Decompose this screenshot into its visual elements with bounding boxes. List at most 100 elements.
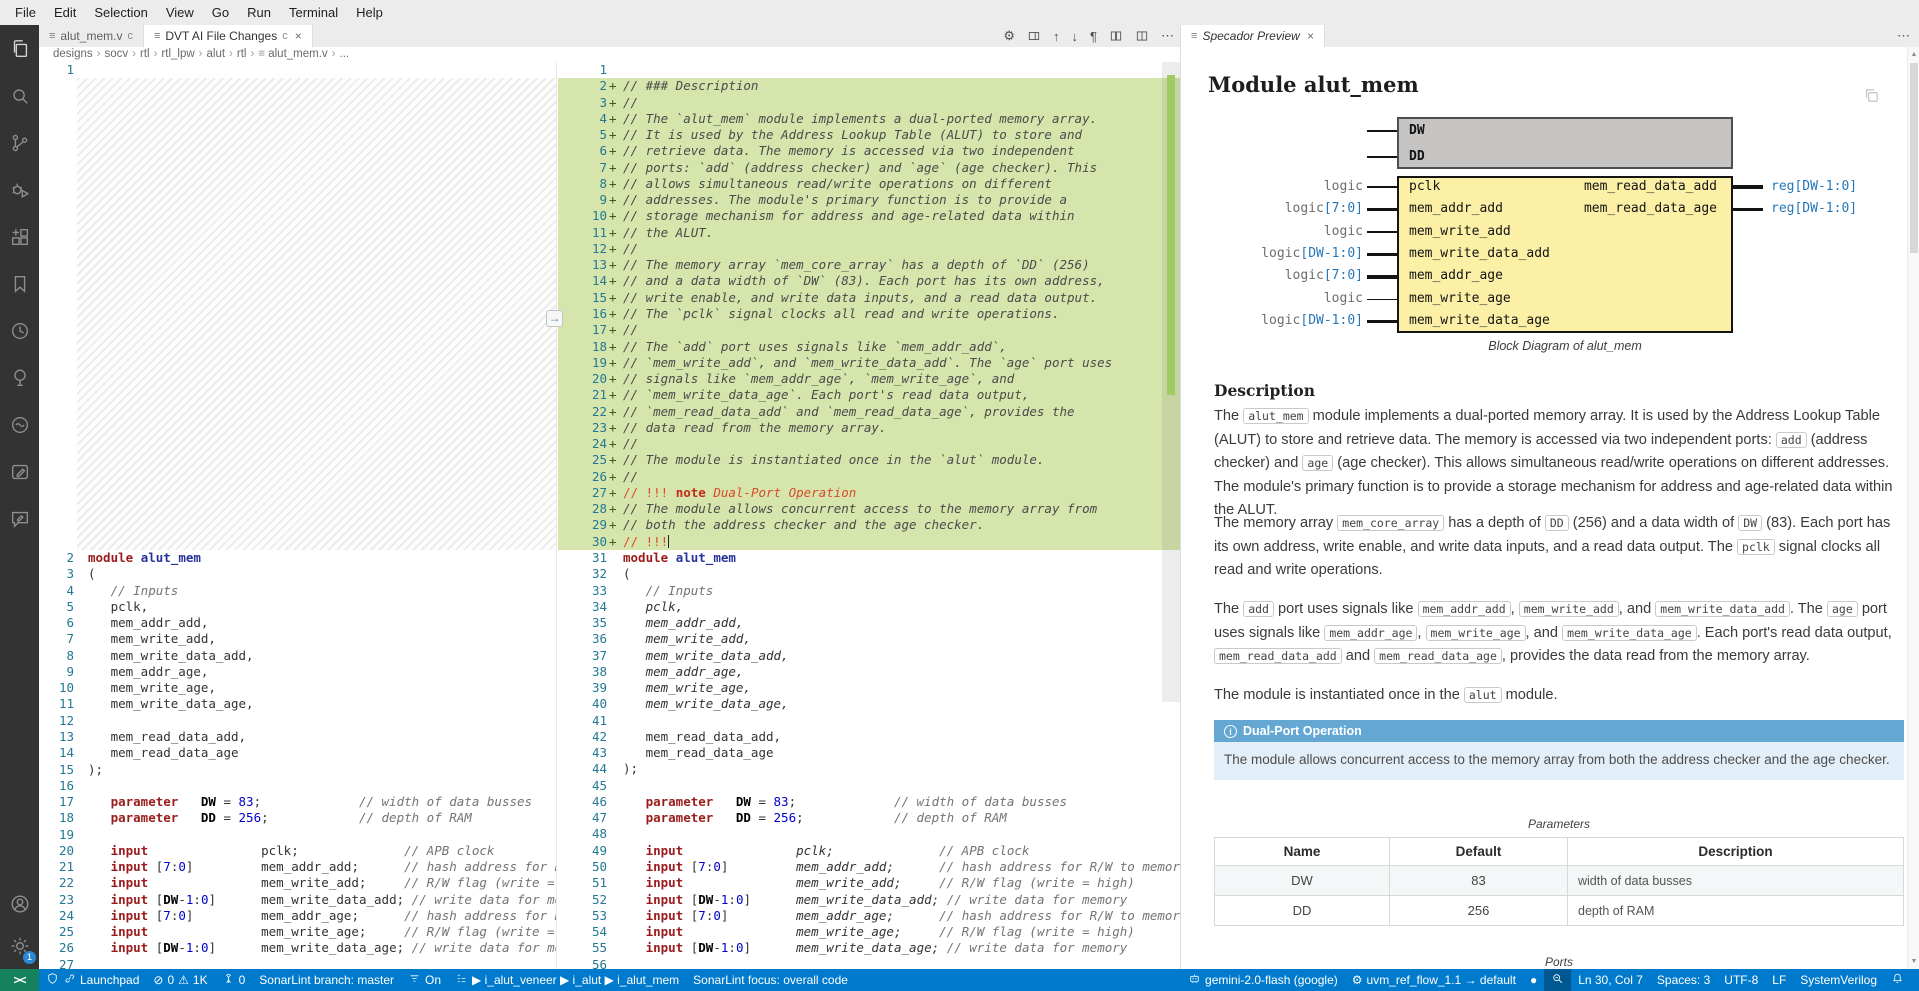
breadcrumb-item[interactable]: rtl_lpw bbox=[161, 48, 194, 60]
code-line[interactable]: 55 input [DW-1:0] mem_write_data_age; //… bbox=[558, 940, 1180, 956]
code-line[interactable]: 11 mem_write_data_age, bbox=[39, 696, 556, 712]
more-actions-icon[interactable]: ⋯ bbox=[1897, 25, 1910, 47]
code-line[interactable]: 30+// !!! bbox=[558, 534, 1180, 550]
problems-item[interactable]: ⊘0⚠1K bbox=[146, 969, 214, 991]
scrollbar-slider[interactable] bbox=[1910, 63, 1918, 253]
account-icon[interactable] bbox=[0, 883, 39, 925]
code-line[interactable]: 5+// It is used by the Address Lookup Ta… bbox=[558, 127, 1180, 143]
language-item[interactable]: SystemVerilog bbox=[1793, 969, 1884, 991]
code-line[interactable]: 25+// The module is instantiated once in… bbox=[558, 452, 1180, 468]
code-line[interactable]: 21+// `mem_write_data_age`. Each port's … bbox=[558, 387, 1180, 403]
split-editor-icon[interactable] bbox=[1135, 29, 1149, 43]
code-line[interactable]: 24 input [7:0] mem_addr_age; // hash add… bbox=[39, 908, 556, 924]
code-line[interactable]: 6+// retrieve data. The memory is access… bbox=[558, 143, 1180, 159]
code-line[interactable]: 9+// addresses. The module's primary fun… bbox=[558, 192, 1180, 208]
encoding-item[interactable]: UTF-8 bbox=[1717, 969, 1765, 991]
code-line[interactable]: 2module alut_mem bbox=[39, 550, 556, 566]
tab-dvt-ai-file-changes[interactable]: ≡DVT AI File Changesc× bbox=[144, 25, 313, 47]
code-line[interactable]: 31module alut_mem bbox=[558, 550, 1180, 566]
ports-forwarded-item[interactable]: 0 bbox=[215, 969, 253, 991]
close-icon[interactable]: × bbox=[295, 29, 302, 43]
settings-gear-icon[interactable]: ⚙ bbox=[1003, 28, 1015, 44]
code-line[interactable]: 10+// storage mechanism for address and … bbox=[558, 208, 1180, 224]
menu-item-view[interactable]: View bbox=[157, 0, 203, 25]
timer-icon[interactable] bbox=[0, 307, 39, 354]
code-line[interactable]: 12 bbox=[39, 713, 556, 729]
code-line[interactable]: 22+// `mem_read_data_add` and `mem_read_… bbox=[558, 404, 1180, 420]
code-line[interactable]: 34 pclk, bbox=[558, 599, 1180, 615]
breadcrumb-item[interactable]: rtl bbox=[140, 48, 150, 60]
code-line[interactable]: 43 mem_read_data_age bbox=[558, 745, 1180, 761]
diff-original-pane[interactable]: 12module alut_mem3(4 // Inputs5 pclk,6 m… bbox=[39, 62, 557, 969]
code-line[interactable]: 53 input [7:0] mem_addr_age; // hash add… bbox=[558, 908, 1180, 924]
eol-item[interactable]: LF bbox=[1765, 969, 1793, 991]
code-line[interactable]: 38 mem_addr_age, bbox=[558, 664, 1180, 680]
code-line[interactable]: 51 input mem_write_add; // R/W flag (wri… bbox=[558, 875, 1180, 891]
code-line[interactable]: 56 bbox=[558, 957, 1180, 969]
run-debug-icon[interactable] bbox=[0, 166, 39, 213]
code-line[interactable]: 26+// bbox=[558, 469, 1180, 485]
next-change-icon[interactable]: ↓ bbox=[1072, 29, 1079, 44]
breadcrumb-item[interactable]: alut_mem.v bbox=[268, 48, 327, 60]
sonarlint-branch-item[interactable]: SonarLint branch: master bbox=[252, 969, 401, 991]
menu-item-edit[interactable]: Edit bbox=[45, 0, 85, 25]
code-line[interactable]: 22 input mem_write_add; // R/W flag (wri… bbox=[39, 875, 556, 891]
code-line[interactable]: 13+// The memory array `mem_core_array` … bbox=[558, 257, 1180, 273]
code-line[interactable]: 5 pclk, bbox=[39, 599, 556, 615]
menu-item-go[interactable]: Go bbox=[203, 0, 238, 25]
indentation-item[interactable]: Spaces: 3 bbox=[1650, 969, 1717, 991]
wave-icon[interactable] bbox=[0, 401, 39, 448]
open-changes-icon[interactable] bbox=[1027, 29, 1041, 43]
code-line[interactable]: 8+// allows simultaneous read/write oper… bbox=[558, 176, 1180, 192]
comment-edit-icon[interactable] bbox=[0, 495, 39, 542]
close-icon[interactable]: × bbox=[1307, 29, 1314, 43]
sonarlint-focus-item[interactable]: SonarLint focus: overall code bbox=[686, 969, 855, 991]
code-line[interactable]: 46 parameter DW = 83; // width of data b… bbox=[558, 794, 1180, 810]
code-line[interactable]: 32( bbox=[558, 566, 1180, 582]
code-line[interactable]: 1 bbox=[558, 62, 1180, 78]
overview-ruler[interactable] bbox=[1162, 62, 1180, 969]
explorer-icon[interactable] bbox=[0, 25, 39, 72]
menu-item-terminal[interactable]: Terminal bbox=[280, 0, 347, 25]
code-line[interactable]: 27 bbox=[39, 957, 556, 969]
zoom-out-item[interactable] bbox=[1544, 969, 1571, 991]
code-line[interactable]: 11+// the ALUT. bbox=[558, 225, 1180, 241]
code-line[interactable]: 50 input [7:0] mem_addr_add; // hash add… bbox=[558, 859, 1180, 875]
preview-scrollbar[interactable]: ▲ ▼ bbox=[1907, 47, 1919, 969]
code-line[interactable]: 7+// ports: `add` (address checker) and … bbox=[558, 160, 1180, 176]
code-line[interactable]: 21 input [7:0] mem_addr_add; // hash add… bbox=[39, 859, 556, 875]
breadcrumb-item[interactable]: socv bbox=[104, 48, 128, 60]
code-line[interactable]: 40 mem_write_data_age, bbox=[558, 696, 1180, 712]
code-line[interactable]: 16+// The `pclk` signal clocks all read … bbox=[558, 306, 1180, 322]
code-line[interactable]: 20+// signals like `mem_addr_age`, `mem_… bbox=[558, 371, 1180, 387]
code-line[interactable]: 47 parameter DD = 256; // depth of RAM bbox=[558, 810, 1180, 826]
code-line[interactable]: 28+// The module allows concurrent acces… bbox=[558, 501, 1180, 517]
diff-revert-arrow[interactable]: → bbox=[546, 310, 563, 327]
diff-modified-pane[interactable]: 12+// ### Description3+//4+// The `alut_… bbox=[558, 62, 1180, 969]
code-line[interactable]: 23 input [DW-1:0] mem_write_data_add; //… bbox=[39, 892, 556, 908]
menu-item-help[interactable]: Help bbox=[347, 0, 392, 25]
code-line[interactable]: 23+// data read from the memory array. bbox=[558, 420, 1180, 436]
menu-item-selection[interactable]: Selection bbox=[85, 0, 156, 25]
search-icon[interactable] bbox=[0, 72, 39, 119]
code-line[interactable]: 29+// both the address checker and the a… bbox=[558, 517, 1180, 533]
code-line[interactable]: 52 input [DW-1:0] mem_write_data_add; //… bbox=[558, 892, 1180, 908]
code-line[interactable]: 8 mem_write_data_add, bbox=[39, 648, 556, 664]
code-line[interactable]: 17+// bbox=[558, 322, 1180, 338]
code-line[interactable]: 17 parameter DW = 83; // width of data b… bbox=[39, 794, 556, 810]
source-control-icon[interactable] bbox=[0, 119, 39, 166]
code-line[interactable]: 14+// and a data width of `DW` (83). Eac… bbox=[558, 273, 1180, 289]
breadcrumb[interactable]: designs›socv›rtl›rtl_lpw›alut›rtl›≡ alut… bbox=[39, 47, 1180, 62]
code-line[interactable]: 35 mem_addr_add, bbox=[558, 615, 1180, 631]
code-line[interactable]: 18 parameter DD = 256; // depth of RAM bbox=[39, 810, 556, 826]
tab-alut-mem-v[interactable]: ≡alut_mem.vc bbox=[39, 25, 144, 47]
code-line[interactable]: 25 input mem_write_age; // R/W flag (wri… bbox=[39, 924, 556, 940]
code-line[interactable]: 1 bbox=[39, 62, 556, 78]
breadcrumb-item[interactable]: ... bbox=[340, 48, 350, 60]
code-line[interactable]: 19 bbox=[39, 827, 556, 843]
code-line[interactable]: 26 input [DW-1:0] mem_write_data_age; //… bbox=[39, 940, 556, 956]
code-line[interactable]: 27+// !!! note Dual-Port Operation bbox=[558, 485, 1180, 501]
code-line[interactable]: 42 mem_read_data_add, bbox=[558, 729, 1180, 745]
menu-item-file[interactable]: File bbox=[6, 0, 45, 25]
record-dot-item[interactable]: ● bbox=[1523, 969, 1544, 991]
